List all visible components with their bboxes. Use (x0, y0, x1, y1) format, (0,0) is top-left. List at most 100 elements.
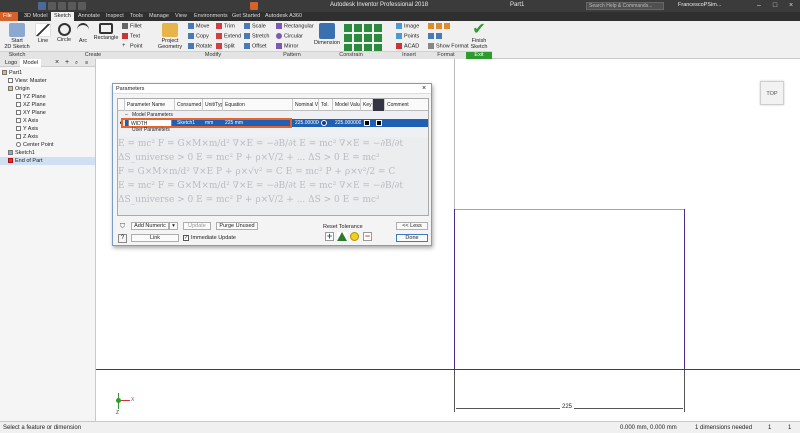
circular-pattern-button[interactable]: Circular (276, 33, 303, 39)
tree-item-part1[interactable]: Part1 (2, 69, 22, 77)
column-header[interactable]: Consumed b (175, 99, 203, 111)
tab-annotate[interactable]: Annotate (75, 12, 103, 21)
median-tolerance-icon[interactable] (337, 232, 347, 241)
show-format-button[interactable]: Show Format (428, 43, 469, 49)
done-button[interactable]: Done (396, 234, 428, 242)
tab-environments[interactable]: Environments (191, 12, 231, 21)
maximize-icon[interactable]: □ (768, 1, 782, 11)
rotate-button[interactable]: Rotate (188, 43, 212, 49)
tab-file[interactable]: File (0, 12, 18, 21)
tree-item-xz-plane[interactable]: XZ Plane (16, 101, 46, 109)
add-tab-icon[interactable]: + (62, 59, 72, 67)
tree-item-x-axis[interactable]: X Axis (16, 117, 38, 125)
column-header[interactable]: Key (361, 99, 373, 111)
add-numeric-button[interactable]: Add Numeric (131, 222, 169, 230)
save-icon[interactable] (58, 2, 66, 10)
parallel-icon[interactable] (344, 34, 352, 42)
undo-icon[interactable] (68, 2, 76, 10)
key-checkbox[interactable] (364, 120, 370, 126)
tree-item-y-axis[interactable]: Y Axis (16, 125, 38, 133)
rectangle-left-edge[interactable] (454, 209, 455, 370)
minimize-icon[interactable]: – (752, 1, 766, 11)
add-numeric-dropdown-icon[interactable]: ▾ (169, 222, 178, 230)
user-account[interactable]: FrancescoPSim... (678, 2, 721, 8)
appearance-icon[interactable] (250, 2, 258, 10)
purge-unused-button[interactable]: Purge Unused (216, 222, 258, 230)
tree-item-z-axis[interactable]: Z Axis (16, 133, 38, 141)
export-column-icon[interactable] (373, 99, 385, 111)
concentric-icon[interactable] (364, 24, 372, 32)
group-row-user[interactable]: User Parameters (118, 127, 428, 134)
browser-menu-icon[interactable]: ≡ (82, 59, 91, 67)
column-header[interactable]: Nominal Valu (293, 99, 319, 111)
circle-button[interactable]: Circle (55, 23, 73, 43)
column-header[interactable]: Model Value (333, 99, 361, 111)
perpendicular-icon[interactable] (354, 34, 362, 42)
close-icon[interactable]: × (420, 84, 428, 94)
tab-logo[interactable]: Logo (2, 59, 20, 67)
tab-view[interactable]: View (172, 12, 190, 21)
tab-manage[interactable]: Manage (146, 12, 172, 21)
rectangle-right-edge[interactable] (684, 209, 685, 370)
tree-item-center-point[interactable]: Center Point (16, 141, 54, 149)
fix-icon[interactable] (374, 24, 382, 32)
tab-tools[interactable]: Tools (127, 12, 146, 21)
nominal-value-cell[interactable]: 225.000000 (293, 119, 319, 127)
tab-autodesk-a360[interactable]: Autodesk A360 (262, 12, 305, 21)
split-button[interactable]: Split (216, 43, 235, 49)
filter-icon[interactable]: ⛉ (118, 222, 127, 231)
stretch-button[interactable]: Stretch (244, 33, 269, 39)
browser-search-icon[interactable]: ⌕ (72, 59, 81, 67)
scale-button[interactable]: Scale (244, 23, 266, 29)
arc-button[interactable]: Arc (76, 23, 90, 44)
upper-tolerance-icon[interactable]: + (325, 232, 334, 241)
viewcube[interactable]: TOP (760, 81, 784, 105)
redo-icon[interactable] (78, 2, 86, 10)
lower-tolerance-icon[interactable]: − (363, 232, 372, 241)
tab-model[interactable]: Model (20, 59, 41, 67)
tree-item-xy-plane[interactable]: XY Plane (16, 109, 46, 117)
line-button[interactable]: Line (35, 23, 51, 44)
dimension-button[interactable]: Dimension (314, 23, 340, 46)
project-geometry-button[interactable]: Project Geometry (156, 23, 184, 50)
collinear-icon[interactable] (354, 24, 362, 32)
move-button[interactable]: Move (188, 23, 209, 29)
center-point-button[interactable] (444, 23, 452, 29)
tab-inspect[interactable]: Inspect (103, 12, 127, 21)
copy-button[interactable]: Copy (188, 33, 209, 39)
tab-sketch[interactable]: Sketch (51, 12, 74, 21)
link-button[interactable]: Link (131, 234, 179, 242)
construction-button[interactable] (428, 23, 436, 29)
tab-get-started[interactable]: Get Started (229, 12, 263, 21)
centerline-button[interactable] (436, 23, 444, 29)
panel-format[interactable]: Format (426, 51, 466, 59)
column-header[interactable]: Equation (223, 99, 293, 111)
acad-button[interactable]: ACAD (396, 43, 419, 49)
export-checkbox[interactable] (376, 120, 382, 126)
vertical-icon[interactable] (374, 34, 382, 42)
finish-sketch-button[interactable]: ✔ Finish Sketch (468, 22, 490, 51)
tree-item-origin[interactable]: Origin (8, 85, 30, 93)
less-button[interactable]: << Less (396, 222, 428, 230)
start-sketch-button[interactable]: Start 2D Sketch (4, 23, 30, 50)
immediate-update-checkbox[interactable]: ✓ (183, 235, 189, 241)
text-button[interactable]: Text (122, 33, 140, 39)
close-icon[interactable]: × (784, 1, 798, 11)
search-input[interactable]: Search Help & Commands... (586, 2, 664, 10)
pattern-icon-button[interactable] (436, 33, 444, 39)
panel-create[interactable]: Create (34, 51, 152, 59)
tree-item-sketch1[interactable]: Sketch1 (8, 149, 94, 157)
rectangle-top-edge[interactable] (454, 209, 685, 210)
column-header[interactable]: Parameter Name (125, 99, 175, 111)
rectangular-pattern-button[interactable]: Rectangular (276, 23, 314, 29)
column-header[interactable]: Comment (385, 99, 428, 111)
driven-dimension-button[interactable] (428, 33, 436, 39)
column-header[interactable]: Unit/Typ (203, 99, 223, 111)
help-icon[interactable]: ? (118, 234, 127, 243)
rectangle-button[interactable]: Rectangle (93, 23, 119, 41)
open-icon[interactable] (48, 2, 56, 10)
tree-item-view-master[interactable]: View: Master (8, 77, 47, 85)
new-icon[interactable] (38, 2, 46, 10)
point-button[interactable]: + Point (122, 43, 143, 49)
nominal-tolerance-icon[interactable] (350, 232, 359, 241)
